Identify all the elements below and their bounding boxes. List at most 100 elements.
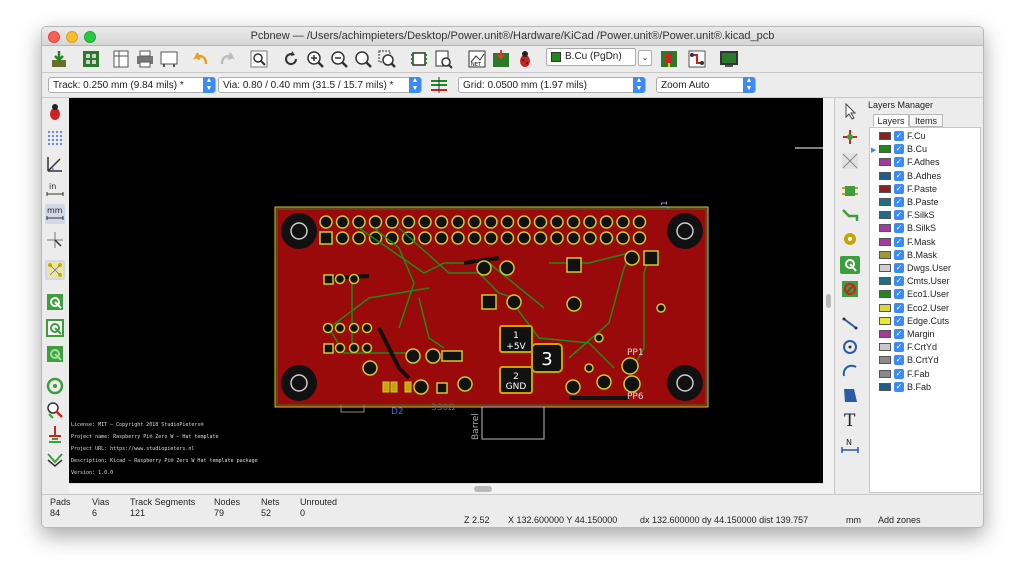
tab-items[interactable]: Items xyxy=(909,114,943,127)
scripting-icon[interactable] xyxy=(718,48,740,70)
layer-row-cmts-user[interactable]: ✓ Cmts.User xyxy=(870,275,980,288)
layer-color-swatch[interactable] xyxy=(879,382,891,391)
layer-visibility-checkbox[interactable]: ✓ xyxy=(894,315,904,326)
undo-icon[interactable] xyxy=(190,48,212,70)
layer-color-swatch[interactable] xyxy=(879,145,891,154)
layer-row-f-paste[interactable]: ✓ F.Paste xyxy=(870,183,980,196)
ratsnest-icon[interactable] xyxy=(45,260,65,280)
layer-row-eco2-user[interactable]: ✓ Eco2.User xyxy=(870,302,980,315)
zoom-fit-icon[interactable] xyxy=(352,48,374,70)
layer-row-b-crtyd[interactable]: ✓ B.CrtYd xyxy=(870,354,980,367)
layer-color-swatch[interactable] xyxy=(879,369,891,378)
layer-visibility-checkbox[interactable]: ✓ xyxy=(894,355,904,366)
full-cursor-icon[interactable] xyxy=(45,230,65,250)
layer-visibility-checkbox[interactable]: ✓ xyxy=(894,223,904,234)
layer-visibility-checkbox[interactable]: ✓ xyxy=(894,276,904,287)
update-pcb-icon[interactable] xyxy=(490,48,512,70)
layer-visibility-checkbox[interactable]: ✓ xyxy=(894,263,904,273)
polar-coords-icon[interactable] xyxy=(45,154,65,174)
netlist-icon[interactable]: NET xyxy=(466,48,488,70)
layer-row-f-adhes[interactable]: ✓ F.Adhes xyxy=(870,156,980,169)
pcb-board-drawing[interactable]: 1 +5V 2 GND 3 PP1 PP6 J1 D2 330Ω Barrel … xyxy=(69,98,823,483)
layer-visibility-checkbox[interactable]: ✓ xyxy=(894,329,904,339)
add-zone-icon[interactable] xyxy=(840,256,860,274)
add-dimension-icon[interactable]: N xyxy=(840,436,860,454)
via-display-icon[interactable] xyxy=(45,376,65,396)
chevron-down-icon[interactable]: ⌄ xyxy=(638,50,652,66)
layer-visibility-checkbox[interactable]: ✓ xyxy=(894,368,904,379)
layer-row-eco1-user[interactable]: ✓ Eco1.User xyxy=(870,288,980,301)
track-width-select[interactable]: Track: 0.250 mm (9.84 mils) * ▲ ▼ xyxy=(48,77,216,93)
layer-select[interactable]: B.Cu (PgDn) xyxy=(546,48,636,66)
zoom-in-icon[interactable] xyxy=(304,48,326,70)
minimize-window-button[interactable] xyxy=(66,31,78,43)
layer-visibility-checkbox[interactable]: ✓ xyxy=(894,381,904,392)
route-track-icon[interactable] xyxy=(840,206,860,224)
add-line-icon[interactable] xyxy=(840,314,860,332)
autoroute-icon[interactable] xyxy=(686,48,708,70)
layer-visibility-icon[interactable] xyxy=(45,448,65,468)
layer-color-swatch[interactable] xyxy=(879,158,891,167)
drc-icon[interactable] xyxy=(514,48,536,70)
pcb-canvas[interactable]: 1 +5V 2 GND 3 PP1 PP6 J1 D2 330Ω Barrel … xyxy=(69,98,823,483)
layer-color-swatch[interactable] xyxy=(879,132,891,140)
auto-track-width-icon[interactable] xyxy=(428,74,450,96)
horizontal-scroll-thumb[interactable] xyxy=(474,486,492,492)
zoom-selection-icon[interactable] xyxy=(376,48,398,70)
add-via-icon[interactable] xyxy=(840,230,860,248)
layer-visibility-checkbox[interactable]: ✓ xyxy=(894,183,904,194)
add-text-icon[interactable]: T xyxy=(840,410,860,431)
highlight-net-icon[interactable] xyxy=(840,128,860,146)
zone-outline-icon[interactable] xyxy=(45,318,65,338)
layer-visibility-checkbox[interactable]: ✓ xyxy=(894,236,904,247)
plot-icon[interactable] xyxy=(158,48,180,70)
zone-fill-icon[interactable] xyxy=(45,292,65,312)
find-icon[interactable] xyxy=(248,48,270,70)
layer-row-f-fab[interactable]: ✓ F.Fab xyxy=(870,368,980,381)
drc-marker-icon[interactable] xyxy=(45,102,65,122)
zoom-window-button[interactable] xyxy=(84,31,96,43)
print-icon[interactable] xyxy=(134,48,156,70)
grid-toggle-icon[interactable] xyxy=(45,128,65,148)
footprint-editor-icon[interactable] xyxy=(408,48,430,70)
add-circle-icon[interactable] xyxy=(840,338,860,356)
layer-row-b-cu[interactable]: ▶ ✓ B.Cu xyxy=(870,143,980,156)
layer-row-f-cu[interactable]: ✓ F.Cu xyxy=(870,130,980,143)
layer-color-swatch[interactable] xyxy=(879,316,891,325)
vertical-scrollbar[interactable] xyxy=(823,98,834,494)
layer-color-swatch[interactable] xyxy=(879,330,891,338)
save-icon[interactable] xyxy=(48,48,70,70)
layer-row-margin[interactable]: ✓ Margin xyxy=(870,328,980,341)
layer-color-swatch[interactable] xyxy=(879,356,891,365)
layer-visibility-checkbox[interactable]: ✓ xyxy=(894,144,904,155)
layer-color-swatch[interactable] xyxy=(879,303,891,312)
microwave-icon[interactable] xyxy=(45,424,65,444)
close-window-button[interactable] xyxy=(48,31,60,43)
zone-sketch-icon[interactable] xyxy=(45,344,65,364)
add-footprint-icon[interactable] xyxy=(840,182,860,200)
layer-row-b-silks[interactable]: ✓ B.SilkS xyxy=(870,222,980,235)
layer-visibility-checkbox[interactable]: ✓ xyxy=(894,170,904,181)
tab-layers[interactable]: Layers xyxy=(873,114,909,127)
layer-color-swatch[interactable] xyxy=(879,184,891,193)
layer-color-swatch[interactable] xyxy=(879,211,891,220)
add-arc-icon[interactable] xyxy=(840,362,860,380)
add-keepout-icon[interactable] xyxy=(840,280,860,298)
layer-row-f-mask[interactable]: ✓ F.Mask xyxy=(870,236,980,249)
layer-row-b-adhes[interactable]: ✓ B.Adhes xyxy=(870,170,980,183)
local-ratsnest-icon[interactable] xyxy=(840,152,860,170)
layer-color-swatch[interactable] xyxy=(879,290,891,299)
board-setup-icon[interactable] xyxy=(80,48,102,70)
add-polygon-icon[interactable] xyxy=(840,386,860,404)
page-settings-icon[interactable] xyxy=(110,48,132,70)
layer-visibility-checkbox[interactable]: ✓ xyxy=(894,249,904,260)
grid-select[interactable]: Grid: 0.0500 mm (1.97 mils) ▲ ▼ xyxy=(458,77,646,93)
footprint-viewer-icon[interactable] xyxy=(432,48,454,70)
layer-row-f-crtyd[interactable]: ✓ F.CrtYd xyxy=(870,341,980,354)
layer-color-swatch[interactable] xyxy=(879,264,891,272)
mm-units-icon[interactable]: mm xyxy=(45,204,65,224)
layer-color-swatch[interactable] xyxy=(879,224,891,233)
layer-visibility-checkbox[interactable]: ✓ xyxy=(894,210,904,221)
inch-units-icon[interactable]: in xyxy=(45,180,65,200)
redo-icon[interactable] xyxy=(216,48,238,70)
